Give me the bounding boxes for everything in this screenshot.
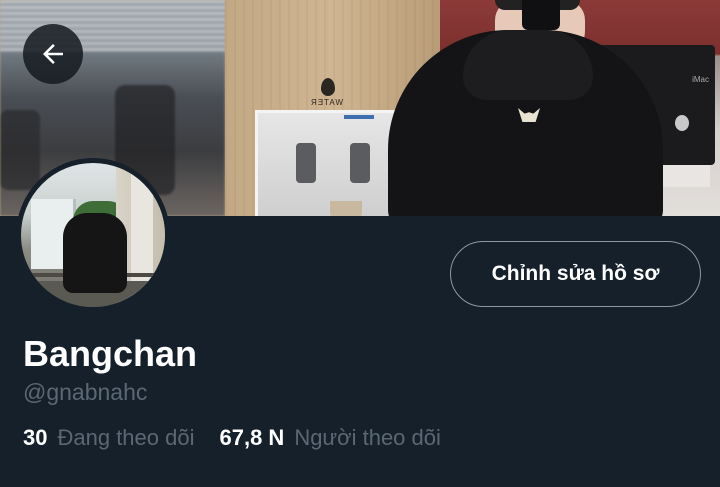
banner-phone	[522, 0, 560, 30]
followers-stat[interactable]: 67,8 N Người theo dõi	[219, 424, 440, 452]
following-count: 30	[23, 425, 48, 450]
followers-count: 67,8 N	[219, 425, 285, 450]
followers-label: Người theo dõi	[294, 425, 441, 450]
apple-logo-icon	[675, 115, 689, 131]
avatar-person	[63, 213, 127, 293]
profile-avatar[interactable]	[16, 158, 170, 312]
display-name: Bangchan	[23, 333, 198, 374]
fox-logo-icon	[518, 108, 540, 122]
profile-stats: 30 Đang theo dõi 67,8 N Người theo dõi	[23, 423, 441, 453]
edit-profile-button[interactable]: Chỉnh sửa hồ sơ	[450, 241, 701, 307]
following-label: Đang theo dõi	[57, 425, 195, 450]
user-handle: @gnabnahc	[23, 379, 148, 405]
banner-water-cooler	[255, 110, 400, 216]
following-stat[interactable]: 30 Đang theo dõi	[23, 424, 194, 452]
water-logo: WATER	[310, 78, 343, 107]
back-button[interactable]	[23, 24, 83, 84]
arrow-left-icon	[43, 44, 63, 64]
